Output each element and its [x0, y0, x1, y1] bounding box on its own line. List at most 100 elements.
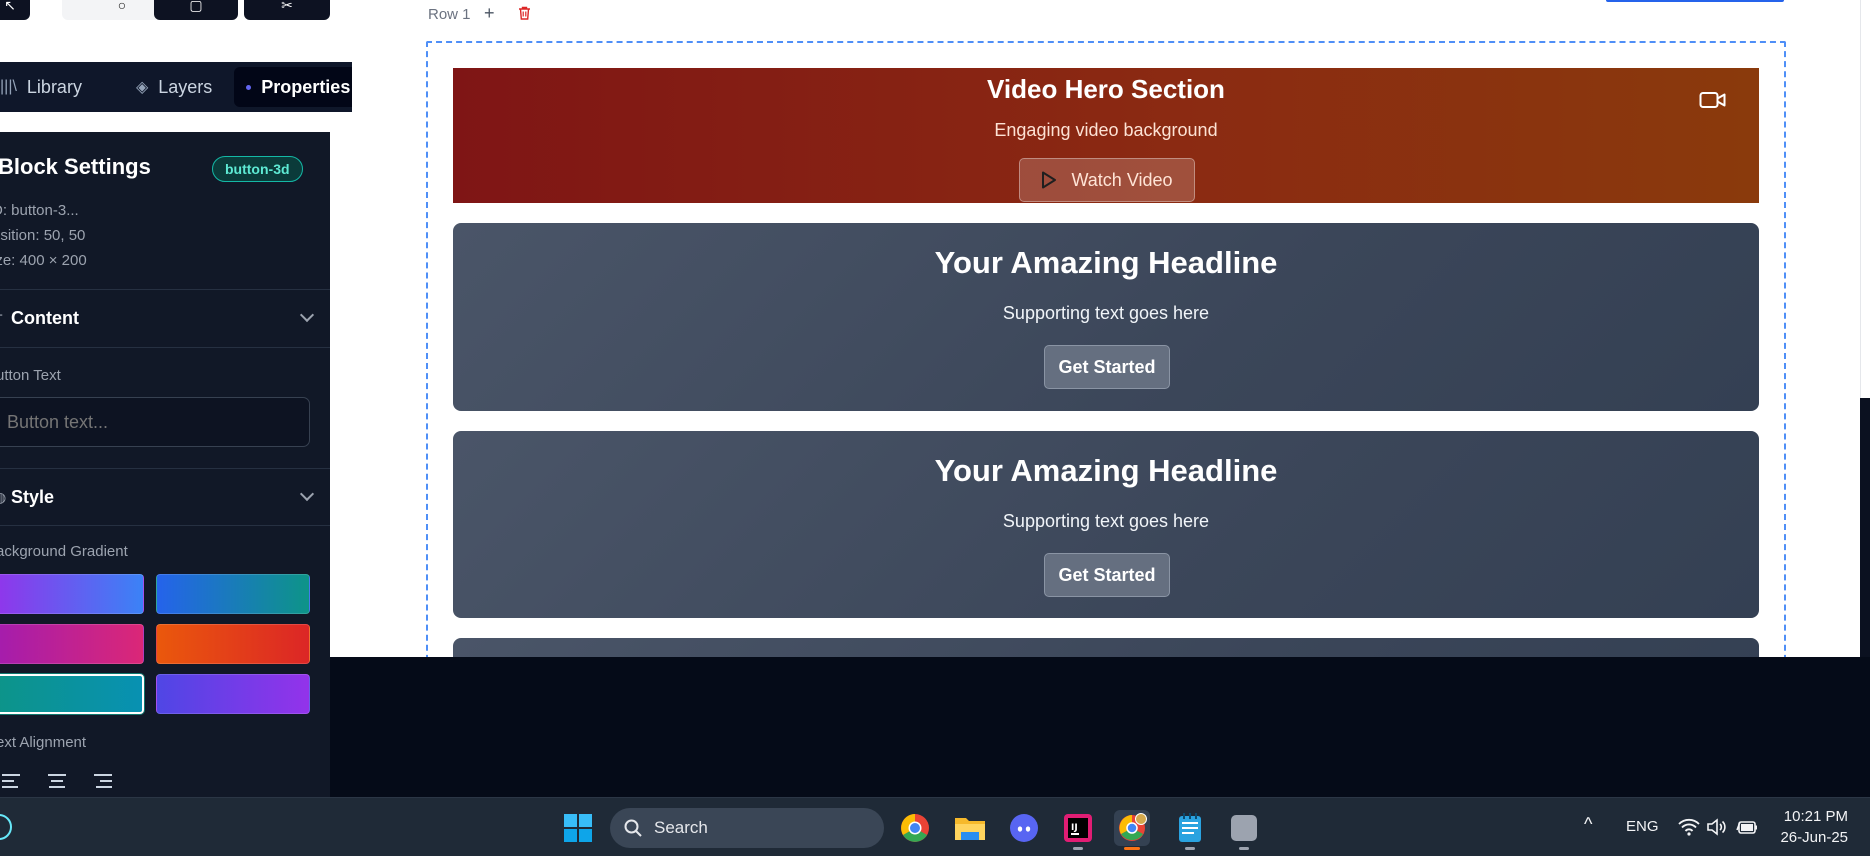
sidebar-tabs: |||\ Library ◈ Layers Properties: [0, 62, 363, 112]
chrome-icon: [901, 814, 929, 842]
canvas-scrollbar-track[interactable]: [1860, 398, 1870, 657]
trash-icon[interactable]: [518, 6, 531, 20]
intellij-app[interactable]: IJ: [1060, 810, 1096, 850]
block-type-badge: button-3d: [212, 156, 303, 182]
button-text-input[interactable]: [0, 397, 310, 447]
tab-properties-label: Properties: [261, 76, 351, 97]
taskbar-search[interactable]: Search: [610, 808, 884, 848]
align-center-icon[interactable]: [48, 774, 66, 788]
generic-app[interactable]: [1226, 810, 1262, 850]
language-indicator[interactable]: ENG: [1626, 818, 1659, 835]
intellij-icon: IJ: [1064, 814, 1092, 842]
gradient-swatch-magenta-pink[interactable]: [0, 624, 144, 664]
running-indicator: [1239, 847, 1249, 850]
clock-time: 10:21 PM: [1783, 808, 1848, 825]
gradient-swatch-indigo-purple[interactable]: [156, 674, 310, 714]
tab-library[interactable]: |||\ Library: [0, 67, 94, 107]
text-icon: T: [0, 311, 11, 327]
background-gradient-label: ackground Gradient: [0, 543, 128, 560]
card-headline: Your Amazing Headline: [934, 453, 1278, 488]
content-section-title: Content: [11, 308, 79, 328]
cut-tool-button[interactable]: ✂: [244, 0, 330, 20]
hero-title: Video Hero Section: [987, 74, 1225, 104]
running-indicator: [1185, 847, 1195, 850]
discord-icon: [1010, 814, 1038, 842]
search-placeholder: Search: [654, 818, 708, 837]
style-section-title: Style: [11, 486, 55, 507]
align-left-icon[interactable]: [2, 774, 20, 788]
running-indicator: [1073, 847, 1083, 850]
hero-subtitle: Engaging video background: [994, 120, 1218, 140]
chrome-app[interactable]: [897, 810, 933, 846]
battery-icon[interactable]: [1736, 818, 1758, 836]
card-subtitle: Supporting text goes here: [1002, 303, 1210, 323]
layers-icon: ◈: [135, 79, 149, 96]
canvas-scrollbar-thumb[interactable]: [1860, 0, 1870, 398]
sidebar-shadow: [330, 657, 352, 797]
chrome-profile-icon: [1119, 813, 1147, 841]
chevron-down-icon: [299, 307, 315, 323]
properties-dot-icon: [246, 84, 252, 90]
taskbar-clock[interactable]: 10:21 PM 26-Jun-25: [1770, 806, 1866, 850]
add-row-icon[interactable]: +: [484, 3, 495, 24]
pointer-tool-button[interactable]: ↖: [0, 0, 30, 20]
hero-card-block[interactable]: Your Amazing Headline Supporting text go…: [453, 223, 1759, 411]
card-headline: Your Amazing Headline: [934, 245, 1278, 280]
volume-icon[interactable]: [1706, 818, 1726, 836]
windows-start-button[interactable]: [560, 810, 596, 846]
align-right-icon[interactable]: [94, 774, 112, 788]
block-position: osition: 50, 50: [0, 227, 86, 244]
wifi-icon[interactable]: [1678, 818, 1700, 836]
editor-canvas[interactable]: Row 1 + Video Hero Section Engaging vide…: [352, 0, 1860, 657]
file-explorer-app[interactable]: [952, 810, 988, 846]
copy-icon: ▢: [189, 0, 203, 13]
circle-icon: ○: [117, 0, 127, 13]
tab-layers[interactable]: ◈ Layers: [124, 67, 224, 107]
tab-properties[interactable]: Properties: [234, 67, 363, 107]
hero-card-block-partial[interactable]: [453, 638, 1759, 657]
row-label: Row 1: [428, 6, 471, 23]
file-explorer-icon: [955, 818, 985, 840]
left-sidebar: ↖ ○ ▢ ✂ |||\ Library ◈ Layers Properties…: [0, 0, 363, 797]
play-icon: [1042, 171, 1057, 189]
tab-layers-label: Layers: [158, 76, 213, 97]
content-section-header[interactable]: T Content: [0, 290, 330, 348]
palette-icon: ◍: [0, 488, 7, 505]
scissors-icon: ✂: [281, 0, 293, 13]
block-id: D: button-3...: [0, 202, 79, 219]
library-icon: |||\: [0, 78, 17, 95]
clock-date: 26-Jun-25: [1780, 829, 1848, 846]
properties-panel: Block Settings button-3d D: button-3... …: [0, 132, 330, 797]
notepad-app[interactable]: [1172, 810, 1208, 850]
windows-taskbar: Search IJ ^ ENG 10:21 PM 26-Jun-25: [0, 797, 1870, 856]
text-alignment-label: ext Alignment: [0, 734, 87, 751]
chevron-down-icon: [299, 486, 315, 502]
svg-text:IJ: IJ: [1071, 823, 1078, 833]
style-section-header[interactable]: ◍ Style: [0, 468, 330, 526]
gradient-swatch-teal-cyan[interactable]: [0, 674, 144, 714]
get-started-button[interactable]: Get Started: [1044, 553, 1170, 597]
search-icon: [624, 819, 642, 837]
block-settings-header: Block Settings button-3d D: button-3... …: [0, 132, 330, 290]
gradient-swatch-orange-red[interactable]: [156, 624, 310, 664]
discord-app[interactable]: [1006, 810, 1042, 846]
watch-video-button[interactable]: Watch Video: [1019, 158, 1195, 202]
card-subtitle: Supporting text goes here: [1002, 511, 1210, 531]
top-action-button-edge[interactable]: [1606, 0, 1784, 2]
notepad-icon: [1179, 813, 1201, 842]
gradient-swatch-purple-blue[interactable]: [0, 574, 144, 614]
hero-card-block[interactable]: Your Amazing Headline Supporting text go…: [453, 431, 1759, 618]
widgets-icon[interactable]: [0, 814, 12, 840]
generic-app-icon: [1231, 815, 1257, 841]
copy-tool-button[interactable]: ▢: [154, 0, 238, 20]
tab-library-label: Library: [26, 76, 82, 97]
block-size: ize: 400 × 200: [0, 252, 87, 269]
gradient-swatch-blue-teal[interactable]: [156, 574, 310, 614]
windows-start-icon: [564, 814, 592, 842]
pointer-icon: ↖: [4, 0, 16, 13]
chrome-profile-app[interactable]: [1114, 810, 1150, 850]
video-hero-block[interactable]: Video Hero Section Engaging video backgr…: [453, 68, 1759, 203]
get-started-button[interactable]: Get Started: [1044, 345, 1170, 389]
running-indicator: [1124, 847, 1140, 850]
chevron-up-icon[interactable]: ^: [1584, 814, 1592, 835]
